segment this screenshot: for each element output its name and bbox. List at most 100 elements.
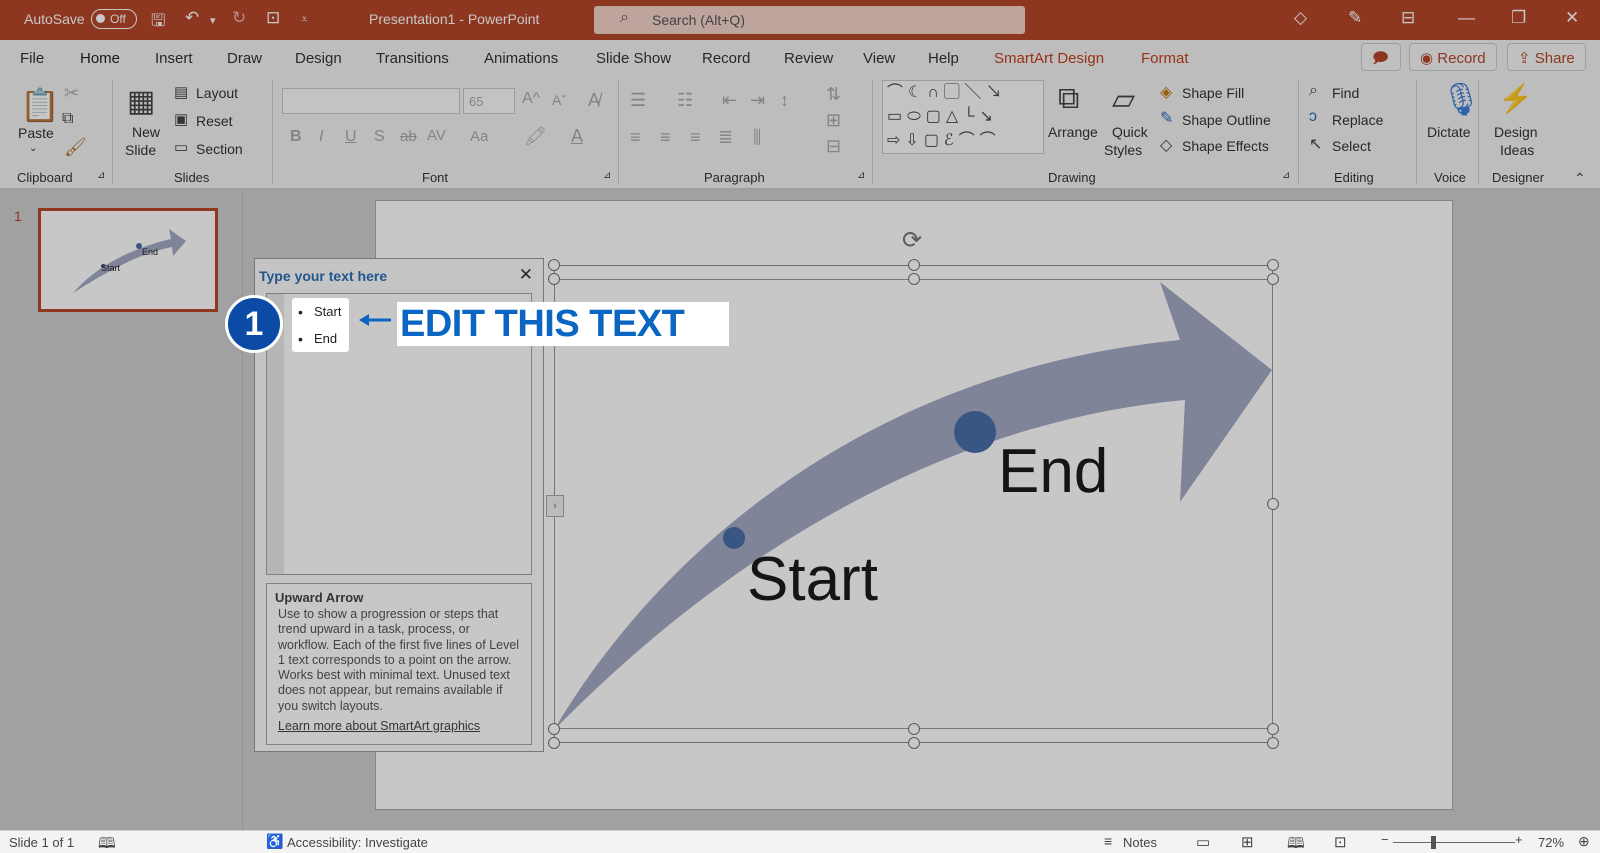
notes-icon[interactable]: ≡: [1104, 833, 1112, 849]
new-slide-label-2[interactable]: Slide: [125, 142, 156, 158]
tab-transitions[interactable]: Transitions: [376, 50, 449, 67]
copy-icon[interactable]: ⧉: [62, 110, 73, 128]
font-name-box[interactable]: [282, 88, 460, 114]
spelling-icon[interactable]: 🕮: [98, 833, 116, 853]
font-color-icon[interactable]: A: [571, 126, 583, 147]
resize-handle[interactable]: [548, 737, 560, 749]
search-box[interactable]: ⌕ Search (Alt+Q): [594, 6, 1025, 34]
shadow-icon[interactable]: S: [374, 128, 385, 146]
tab-animations[interactable]: Animations: [484, 50, 558, 67]
paste-dropdown-icon[interactable]: ⌄: [29, 143, 37, 154]
fit-to-window-icon[interactable]: ⊕: [1578, 833, 1590, 850]
design-ideas-icon[interactable]: ⚡: [1498, 82, 1533, 115]
quick-styles-label-2[interactable]: Styles: [1104, 142, 1142, 158]
save-icon[interactable]: 🖫: [151, 8, 165, 37]
redo-icon[interactable]: ↻: [232, 8, 246, 28]
resize-handle[interactable]: [548, 259, 560, 271]
resize-handle[interactable]: [548, 723, 560, 735]
reset-button[interactable]: Reset: [196, 113, 233, 129]
replace-button[interactable]: Replace: [1332, 112, 1383, 128]
autosave-toggle[interactable]: Off: [91, 9, 137, 29]
share-button[interactable]: ⇪ Share: [1507, 43, 1586, 71]
grow-font-icon[interactable]: A^: [522, 90, 540, 108]
italic-icon[interactable]: I: [319, 128, 323, 146]
highlight-icon[interactable]: 🖍: [524, 126, 547, 147]
paragraph-launcher-icon[interactable]: ⊿: [857, 170, 865, 181]
clipboard-launcher-icon[interactable]: ⊿: [97, 170, 105, 181]
decrease-indent-icon[interactable]: ⇤: [722, 90, 737, 111]
resize-handle[interactable]: [908, 273, 920, 285]
close-icon[interactable]: ✕: [519, 265, 533, 285]
layout-button[interactable]: Layout: [196, 85, 238, 101]
accessibility-icon[interactable]: ♿: [266, 833, 283, 850]
shrink-font-icon[interactable]: Aˇ: [552, 92, 566, 108]
tab-home[interactable]: Home: [77, 50, 123, 77]
numbering-icon[interactable]: ☷: [677, 90, 693, 111]
tab-insert[interactable]: Insert: [155, 50, 193, 67]
ribbon-display-icon[interactable]: ⊟: [1401, 8, 1415, 28]
format-painter-icon[interactable]: 🖌: [64, 137, 87, 158]
rotate-handle-icon[interactable]: ⟳: [902, 226, 922, 255]
normal-view-icon[interactable]: ▭: [1196, 833, 1210, 851]
zoom-slider-thumb[interactable]: [1431, 836, 1436, 849]
tab-review[interactable]: Review: [784, 50, 833, 67]
resize-handle[interactable]: [1267, 498, 1279, 510]
increase-indent-icon[interactable]: ⇥: [750, 90, 765, 111]
new-slide-label-1[interactable]: New: [132, 124, 160, 140]
resize-handle[interactable]: [548, 273, 560, 285]
tab-slide-show[interactable]: Slide Show: [596, 50, 671, 67]
arrange-label[interactable]: Arrange: [1048, 124, 1098, 140]
align-center-icon[interactable]: ≡: [660, 127, 671, 148]
design-ideas-label-1[interactable]: Design: [1494, 124, 1538, 140]
zoom-slider[interactable]: [1393, 842, 1515, 843]
slideshow-icon[interactable]: ⊡: [1334, 833, 1347, 851]
pen-icon[interactable]: ✎: [1348, 8, 1362, 28]
char-spacing-icon[interactable]: AV: [427, 127, 446, 144]
learn-more-link[interactable]: Learn more about SmartArt graphics: [275, 719, 523, 733]
tab-view[interactable]: View: [863, 50, 895, 67]
align-right-icon[interactable]: ≡: [690, 127, 701, 148]
text-pane-bullet-list[interactable]: Start End: [292, 298, 349, 352]
undo-dropdown-icon[interactable]: ▾: [210, 14, 216, 27]
premium-diamond-icon[interactable]: ◇: [1294, 8, 1307, 28]
present-icon[interactable]: ⊡: [266, 8, 280, 28]
resize-handle[interactable]: [1267, 723, 1279, 735]
tab-design[interactable]: Design: [295, 50, 342, 67]
shape-effects-button[interactable]: Shape Effects: [1182, 138, 1269, 154]
bullets-icon[interactable]: ☰: [630, 90, 646, 111]
quick-styles-label-1[interactable]: Quick: [1112, 124, 1148, 140]
tab-record[interactable]: Record: [702, 50, 750, 67]
shape-fill-button[interactable]: Shape Fill: [1182, 85, 1244, 101]
reading-view-icon[interactable]: 🕮: [1287, 833, 1305, 853]
align-left-icon[interactable]: ≡: [630, 127, 641, 148]
dictate-label[interactable]: Dictate: [1427, 124, 1471, 140]
resize-handle[interactable]: [908, 259, 920, 271]
comments-button[interactable]: 🗩: [1361, 43, 1401, 71]
change-case-icon[interactable]: Aa: [470, 128, 488, 145]
drawing-launcher-icon[interactable]: ⊿: [1282, 170, 1290, 181]
line-spacing-icon[interactable]: ↕: [780, 90, 789, 111]
bullet-item[interactable]: End: [298, 331, 337, 347]
zoom-level[interactable]: 72%: [1538, 835, 1564, 850]
tab-file[interactable]: File: [20, 50, 44, 67]
collapse-ribbon-icon[interactable]: ⌃: [1574, 170, 1586, 187]
find-button[interactable]: Find: [1332, 85, 1359, 101]
resize-handle[interactable]: [1267, 737, 1279, 749]
arrange-icon[interactable]: ⧉: [1058, 82, 1079, 116]
undo-icon[interactable]: ↶: [185, 8, 199, 28]
justify-icon[interactable]: ≣: [718, 127, 733, 148]
tab-help[interactable]: Help: [928, 50, 959, 67]
paste-label[interactable]: Paste: [18, 125, 54, 141]
select-button[interactable]: Select: [1332, 138, 1371, 154]
font-launcher-icon[interactable]: ⊿: [603, 170, 611, 181]
restore-icon[interactable]: ❐: [1511, 8, 1526, 28]
resize-handle[interactable]: [908, 723, 920, 735]
slide-sorter-icon[interactable]: ⊞: [1241, 833, 1254, 851]
resize-handle[interactable]: [1267, 259, 1279, 271]
text-pane-toggle-icon[interactable]: ›: [546, 495, 564, 517]
customize-qat-icon[interactable]: ⩡: [301, 12, 308, 27]
underline-icon[interactable]: U: [345, 128, 357, 146]
close-window-icon[interactable]: ✕: [1565, 8, 1579, 28]
minimize-icon[interactable]: —: [1458, 8, 1475, 28]
bullet-item[interactable]: Start: [298, 304, 341, 320]
